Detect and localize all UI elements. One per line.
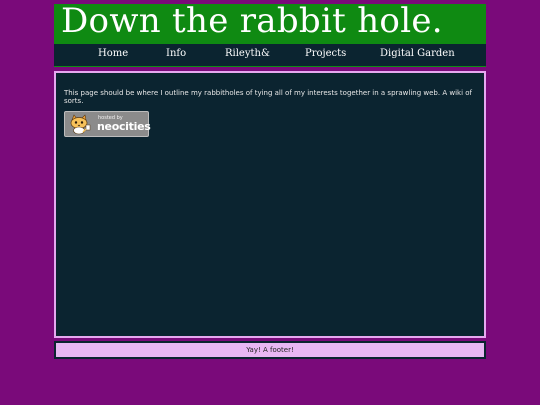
site-header: Down the rabbit hole. Home Info Rileyth&… [54,4,486,67]
nav-bar: Home Info Rileyth& Projects Digital Gard… [54,44,486,67]
nav-item-info[interactable]: Info [166,48,186,59]
nav-item-rileyth[interactable]: Rileyth& [225,48,270,59]
header-banner: Down the rabbit hole. [54,4,486,44]
footer-text: Yay! A footer! [246,346,294,354]
nav-item-home[interactable]: Home [98,48,128,59]
nav-item-digital-garden[interactable]: Digital Garden [380,48,455,59]
site-footer: Yay! A footer! [54,341,486,359]
site-title: Down the rabbit hole. [61,4,443,41]
neocities-cat-icon [66,113,94,135]
main-content: This page should be where I outline my r… [54,71,486,338]
badge-neocities-label: neocities [97,120,151,133]
neocities-badge[interactable]: hosted by neocities [64,111,151,137]
nav-item-projects[interactable]: Projects [305,48,346,59]
main-paragraph: This page should be where I outline my r… [64,89,472,105]
